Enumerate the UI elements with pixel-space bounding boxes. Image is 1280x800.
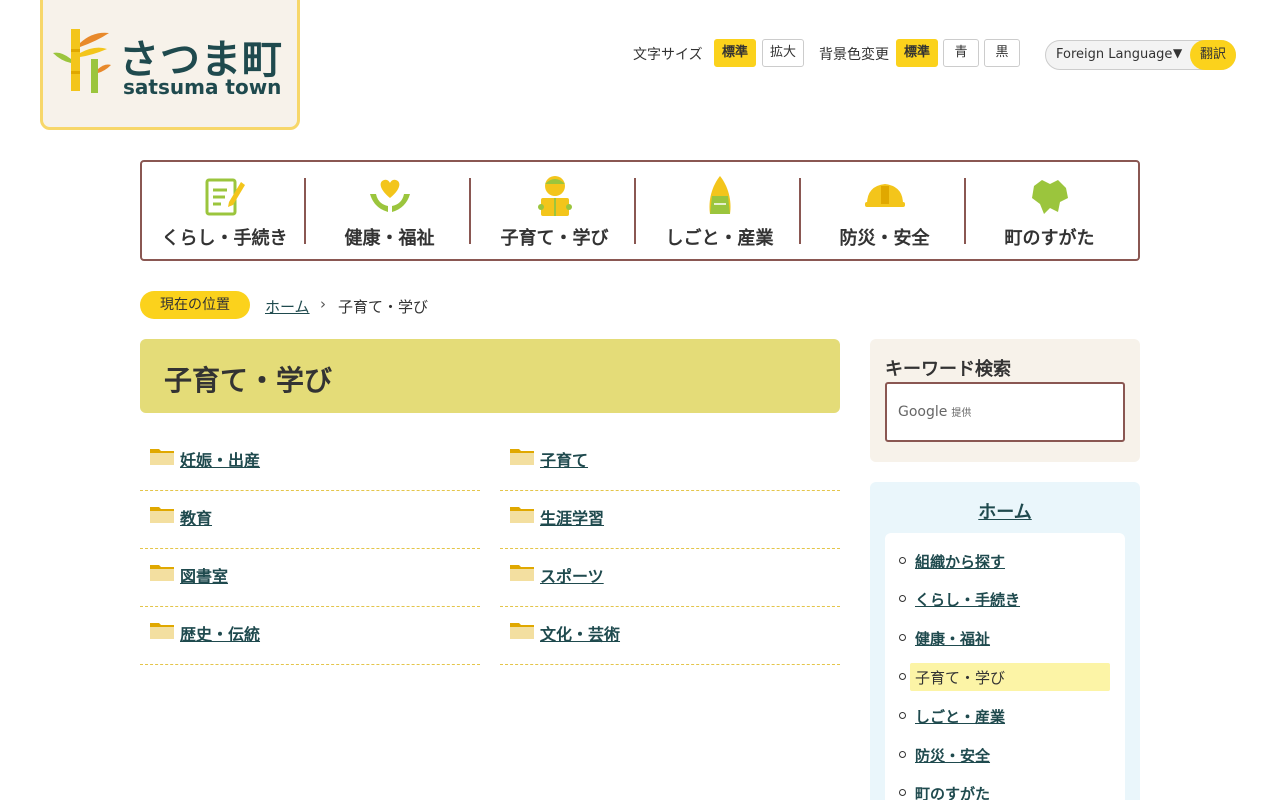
dropdown-arrow-icon: ▼: [1173, 46, 1183, 60]
bullet-icon: [899, 712, 906, 719]
font-size-standard-button[interactable]: 標準: [714, 39, 756, 67]
sidebar-item-current: 子育て・学び: [885, 663, 1125, 691]
category-link[interactable]: スポーツ: [540, 563, 604, 587]
gnav-label: しごと・産業: [665, 228, 774, 249]
sidebar-link[interactable]: 組織から探す: [915, 551, 1005, 572]
sidebar-nav: ホーム 組織から探す くらし・手続き 健康・福祉 子育て・学び しごと・産業 防…: [870, 482, 1140, 800]
bullet-icon: [899, 789, 906, 796]
sidebar-link[interactable]: 健康・福祉: [915, 628, 990, 649]
bg-blue-button[interactable]: 青: [943, 39, 979, 67]
category-item[interactable]: 教育: [140, 491, 480, 549]
category-item[interactable]: スポーツ: [500, 549, 840, 607]
font-size-label: 文字サイズ: [633, 47, 703, 63]
heart-hands-icon: [369, 179, 410, 212]
gnav-label: くらし・手続き: [161, 228, 288, 249]
category-item[interactable]: 文化・芸術: [500, 607, 840, 665]
sidebar-link[interactable]: 防災・安全: [915, 745, 990, 766]
category-item[interactable]: 妊娠・出産: [140, 433, 480, 491]
category-link[interactable]: 図書室: [180, 563, 228, 587]
gnav-label: 健康・福祉: [344, 228, 435, 249]
folder-icon: [510, 565, 534, 581]
gnav-label: 町のすがた: [1004, 228, 1095, 249]
breadcrumb-current: 子育て・学び: [338, 298, 429, 316]
chevron-right-icon: ›: [320, 295, 326, 313]
sidebar-item[interactable]: 防災・安全: [885, 741, 1125, 769]
child-book-icon: [537, 176, 572, 216]
page-title: 子育て・学び: [164, 364, 333, 397]
keyword-search-title: キーワード検索: [885, 359, 1011, 380]
sidebar-link[interactable]: 町のすがた: [915, 783, 990, 800]
folder-icon: [150, 449, 174, 465]
category-item[interactable]: 図書室: [140, 549, 480, 607]
category-item[interactable]: 生涯学習: [500, 491, 840, 549]
keyword-search-panel: キーワード検索 Google 提供: [870, 339, 1140, 462]
folder-icon: [510, 449, 534, 465]
helmet-icon: [864, 184, 905, 207]
gnav-item-town[interactable]: 町のすがた: [967, 162, 1132, 259]
gnav-label: 防災・安全: [839, 228, 930, 249]
search-placeholder: Google 提供: [898, 404, 972, 420]
language-selector[interactable]: Foreign Language ▼ 翻訳: [1045, 40, 1236, 70]
breadcrumb-home-link[interactable]: ホーム: [265, 296, 310, 317]
sidebar-item[interactable]: 組織から探す: [885, 547, 1125, 575]
form-pen-icon: [205, 178, 245, 216]
bullet-icon: [899, 673, 906, 680]
category-link[interactable]: 教育: [180, 505, 212, 529]
gnav-label: 子育て・学び: [500, 228, 609, 249]
bullet-icon: [899, 595, 906, 602]
global-nav: くらし・手続き 健康・福祉 子育て・学び しごと・産業 防災・安全 町のすがた: [140, 160, 1140, 261]
bg-standard-button[interactable]: 標準: [896, 39, 938, 67]
bg-color-label: 背景色変更: [819, 47, 889, 63]
category-item[interactable]: 歴史・伝統: [140, 607, 480, 665]
category-link[interactable]: 妊娠・出産: [180, 447, 260, 471]
gnav-divider: [634, 178, 636, 244]
language-select[interactable]: Foreign Language: [1056, 47, 1172, 62]
folder-icon: [510, 507, 534, 523]
bamboo-shoot-icon: [708, 176, 731, 214]
bullet-icon: [899, 751, 906, 758]
gnav-item-health[interactable]: 健康・福祉: [307, 162, 472, 259]
sidebar-item[interactable]: くらし・手続き: [885, 585, 1125, 613]
gnav-item-childcare[interactable]: 子育て・学び: [472, 162, 637, 259]
search-input[interactable]: Google 提供: [885, 382, 1125, 442]
category-link[interactable]: 子育て: [540, 447, 588, 471]
sidebar-list: 組織から探す くらし・手続き 健康・福祉 子育て・学び しごと・産業 防災・安全…: [885, 533, 1125, 800]
folder-icon: [150, 507, 174, 523]
category-link[interactable]: 生涯学習: [540, 505, 604, 529]
bamboo-logo-icon: [53, 29, 111, 93]
category-link[interactable]: 歴史・伝統: [180, 621, 260, 645]
gnav-item-work[interactable]: しごと・産業: [637, 162, 802, 259]
translate-button[interactable]: 翻訳: [1190, 40, 1236, 70]
sidebar-item[interactable]: 町のすがた: [885, 779, 1125, 800]
sidebar-home-link[interactable]: ホーム: [870, 498, 1140, 524]
folder-icon: [150, 623, 174, 639]
bullet-icon: [899, 557, 906, 564]
sidebar-link[interactable]: くらし・手続き: [915, 589, 1020, 610]
font-size-large-button[interactable]: 拡大: [762, 39, 804, 67]
sidebar-current-label: 子育て・学び: [915, 669, 1006, 687]
sidebar-item[interactable]: しごと・産業: [885, 702, 1125, 730]
category-link[interactable]: 文化・芸術: [540, 621, 620, 645]
gnav-divider: [469, 178, 471, 244]
town-map-icon: [1031, 180, 1068, 214]
site-logo[interactable]: さつま町 satsuma town: [40, 0, 300, 130]
folder-icon: [150, 565, 174, 581]
page-title-band: 子育て・学び: [140, 339, 840, 413]
folder-icon: [510, 623, 534, 639]
breadcrumb-badge: 現在の位置: [140, 291, 250, 319]
logo-text-en: satsuma town: [123, 75, 282, 99]
gnav-divider: [964, 178, 966, 244]
gnav-divider: [799, 178, 801, 244]
gnav-divider: [304, 178, 306, 244]
bg-black-button[interactable]: 黒: [984, 39, 1020, 67]
bullet-icon: [899, 634, 906, 641]
gnav-item-living[interactable]: くらし・手続き: [142, 162, 307, 259]
sidebar-link[interactable]: しごと・産業: [915, 706, 1005, 727]
gnav-item-safety[interactable]: 防災・安全: [802, 162, 967, 259]
sidebar-item[interactable]: 健康・福祉: [885, 624, 1125, 652]
category-item[interactable]: 子育て: [500, 433, 840, 491]
